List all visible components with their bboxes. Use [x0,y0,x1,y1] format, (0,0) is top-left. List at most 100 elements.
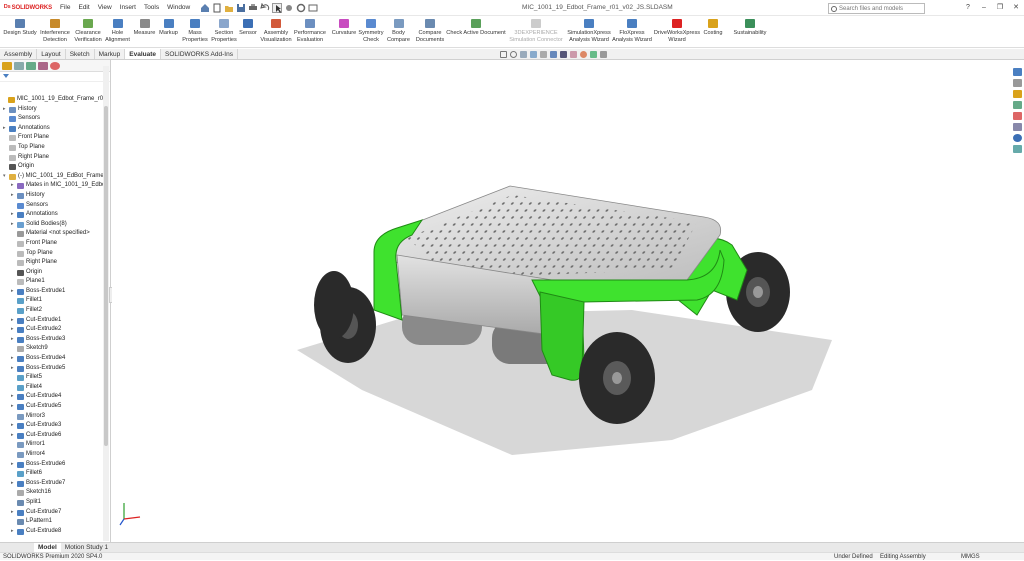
custom-properties-icon[interactable] [1012,123,1022,131]
dynamic-annotation-icon[interactable] [540,51,547,58]
assembly-visualization-button[interactable]: Assembly Visualization [258,16,294,48]
open-folder-icon[interactable] [224,3,234,13]
expand-toggle-icon[interactable]: ▾ [3,172,6,182]
scrollbar-thumb[interactable] [104,106,108,446]
minimize-button[interactable]: – [976,0,992,16]
tab-markup[interactable]: Markup [95,49,126,59]
tree-scrollbar[interactable] [103,66,109,541]
expand-toggle-icon[interactable]: ▸ [11,220,14,230]
scene-icon[interactable] [590,51,597,58]
tree-item[interactable]: Mirror3 [0,412,103,422]
section-properties-button[interactable]: Section Properties [210,16,238,48]
tree-item[interactable]: ▸ Cut-Extrude6 [0,431,103,441]
help-icon[interactable]: ? [960,0,976,16]
measure-button[interactable]: Measure [132,16,157,48]
clearance-button[interactable]: Clearance Verification [72,16,104,48]
forum-icon[interactable] [1012,134,1022,142]
expand-toggle-icon[interactable]: ▸ [11,325,14,335]
undo-icon[interactable] [260,2,270,13]
hole-alignment-button[interactable]: Hole Alignment [104,16,131,48]
tab-sketch[interactable]: Sketch [66,49,95,59]
expand-toggle-icon[interactable]: ▸ [11,527,14,537]
tree-item[interactable]: ▸ Annotations [0,210,103,220]
tree-item[interactable]: Sketch9 [0,344,103,354]
expand-toggle-icon[interactable]: ▸ [11,316,14,326]
expand-toggle-icon[interactable]: ▸ [11,287,14,297]
expand-toggle-icon[interactable]: ▸ [11,431,14,441]
graphics-area[interactable] [112,60,1009,542]
tree-item[interactable]: Origin [0,268,103,278]
tree-item[interactable]: ▾ (-) MIC_1001_19_EdBot_Frame_ [0,172,103,182]
select-arrow-icon[interactable] [272,2,283,13]
tree-item[interactable]: Fillet6 [0,469,103,479]
tree-item[interactable]: Origin [0,162,103,172]
solidworks-resources-icon[interactable] [1012,68,1022,76]
tree-item[interactable]: Split1 [0,498,103,508]
tree-item[interactable]: Mirror4 [0,450,103,460]
view-settings-icon[interactable] [600,51,607,58]
expand-toggle-icon[interactable]: ▸ [11,191,14,201]
tree-item[interactable]: ▸ Cut-Extrude1 [0,316,103,326]
menu-view[interactable]: View [94,0,116,16]
filter-icon[interactable] [3,74,9,80]
tree-item[interactable]: ▸ Cut-Extrude8 [0,527,103,537]
previous-view-icon[interactable] [520,51,527,58]
tab-motion-study[interactable]: Motion Study 1 [61,543,112,552]
sensor-button[interactable]: Sensor [238,16,258,48]
markup-button[interactable]: Markup [157,16,180,48]
menu-tools[interactable]: Tools [140,0,163,16]
tree-item[interactable]: Mirror1 [0,440,103,450]
tree-item[interactable]: ▸ Mates in MIC_1001_19_Edbo [0,181,103,191]
curvature-button[interactable]: Curvature [330,16,358,48]
menu-edit[interactable]: Edit [74,0,93,16]
display-style-icon[interactable] [560,51,567,58]
home-icon[interactable] [200,3,210,13]
edit-appearance-icon[interactable] [580,51,587,58]
simulationxpress-button[interactable]: SimulationXpress Analysis Wizard [566,16,612,48]
expand-toggle-icon[interactable]: ▸ [11,210,14,220]
solidworks-logo[interactable]: ᴰˢ SOLIDWORKS [0,0,56,16]
expand-toggle-icon[interactable]: ▸ [3,105,6,115]
tree-item[interactable]: ▸ Cut-Extrude4 [0,392,103,402]
tree-item[interactable]: Plane1 [0,277,103,287]
tab-evaluate[interactable]: Evaluate [125,49,162,59]
tree-item[interactable]: LPattern1 [0,517,103,527]
expand-toggle-icon[interactable]: ▸ [11,508,14,518]
expand-toggle-icon[interactable]: ▸ [3,124,6,134]
tree-item[interactable]: ▸ History [0,105,103,115]
display-icon[interactable] [308,3,318,13]
expand-toggle-icon[interactable]: ▸ [11,364,14,374]
tree-item[interactable]: ▸ Boss-Extrude3 [0,335,103,345]
floxpress-button[interactable]: FloXpress Analysis Wizard [612,16,652,48]
new-document-icon[interactable] [212,3,222,13]
tree-item[interactable]: ▸ Boss-Extrude6 [0,460,103,470]
check-document-button[interactable]: Check Active Document [446,16,506,48]
body-compare-button[interactable]: Body Compare [385,16,412,48]
hide-show-icon[interactable] [570,51,577,58]
file-explorer-icon[interactable] [1012,90,1022,98]
tree-item[interactable]: MIC_1001_19_Edbot_Frame_r01_v0 [0,95,103,105]
tree-item[interactable]: Front Plane [0,239,103,249]
tree-item[interactable]: Material <not specified> [0,229,103,239]
menu-window[interactable]: Window [163,0,194,16]
performance-button[interactable]: Performance Evaluation [294,16,326,48]
expand-toggle-icon[interactable]: ▸ [11,479,14,489]
tab-addins[interactable]: SOLIDWORKS Add-Ins [161,49,238,59]
save-icon[interactable] [236,3,246,13]
tab-layout[interactable]: Layout [37,49,66,59]
tree-item[interactable]: Fillet2 [0,306,103,316]
restore-button[interactable]: ❐ [992,0,1008,16]
tree-item[interactable]: ▸ History [0,191,103,201]
tree-item[interactable]: Top Plane [0,249,103,259]
expand-toggle-icon[interactable]: ▸ [11,421,14,431]
view-orientation-icon[interactable] [550,51,557,58]
tree-item[interactable]: Top Plane [0,143,103,153]
costing-button[interactable]: Costing [702,16,724,48]
propertymanager-tab-icon[interactable] [14,62,24,70]
tree-item[interactable]: Front Plane [0,133,103,143]
tree-item[interactable]: Sensors [0,114,103,124]
symmetry-button[interactable]: Symmetry Check [358,16,384,48]
interference-button[interactable]: Interference Detection [38,16,72,48]
compare-documents-button[interactable]: Compare Documents [414,16,446,48]
expand-toggle-icon[interactable]: ▸ [11,460,14,470]
